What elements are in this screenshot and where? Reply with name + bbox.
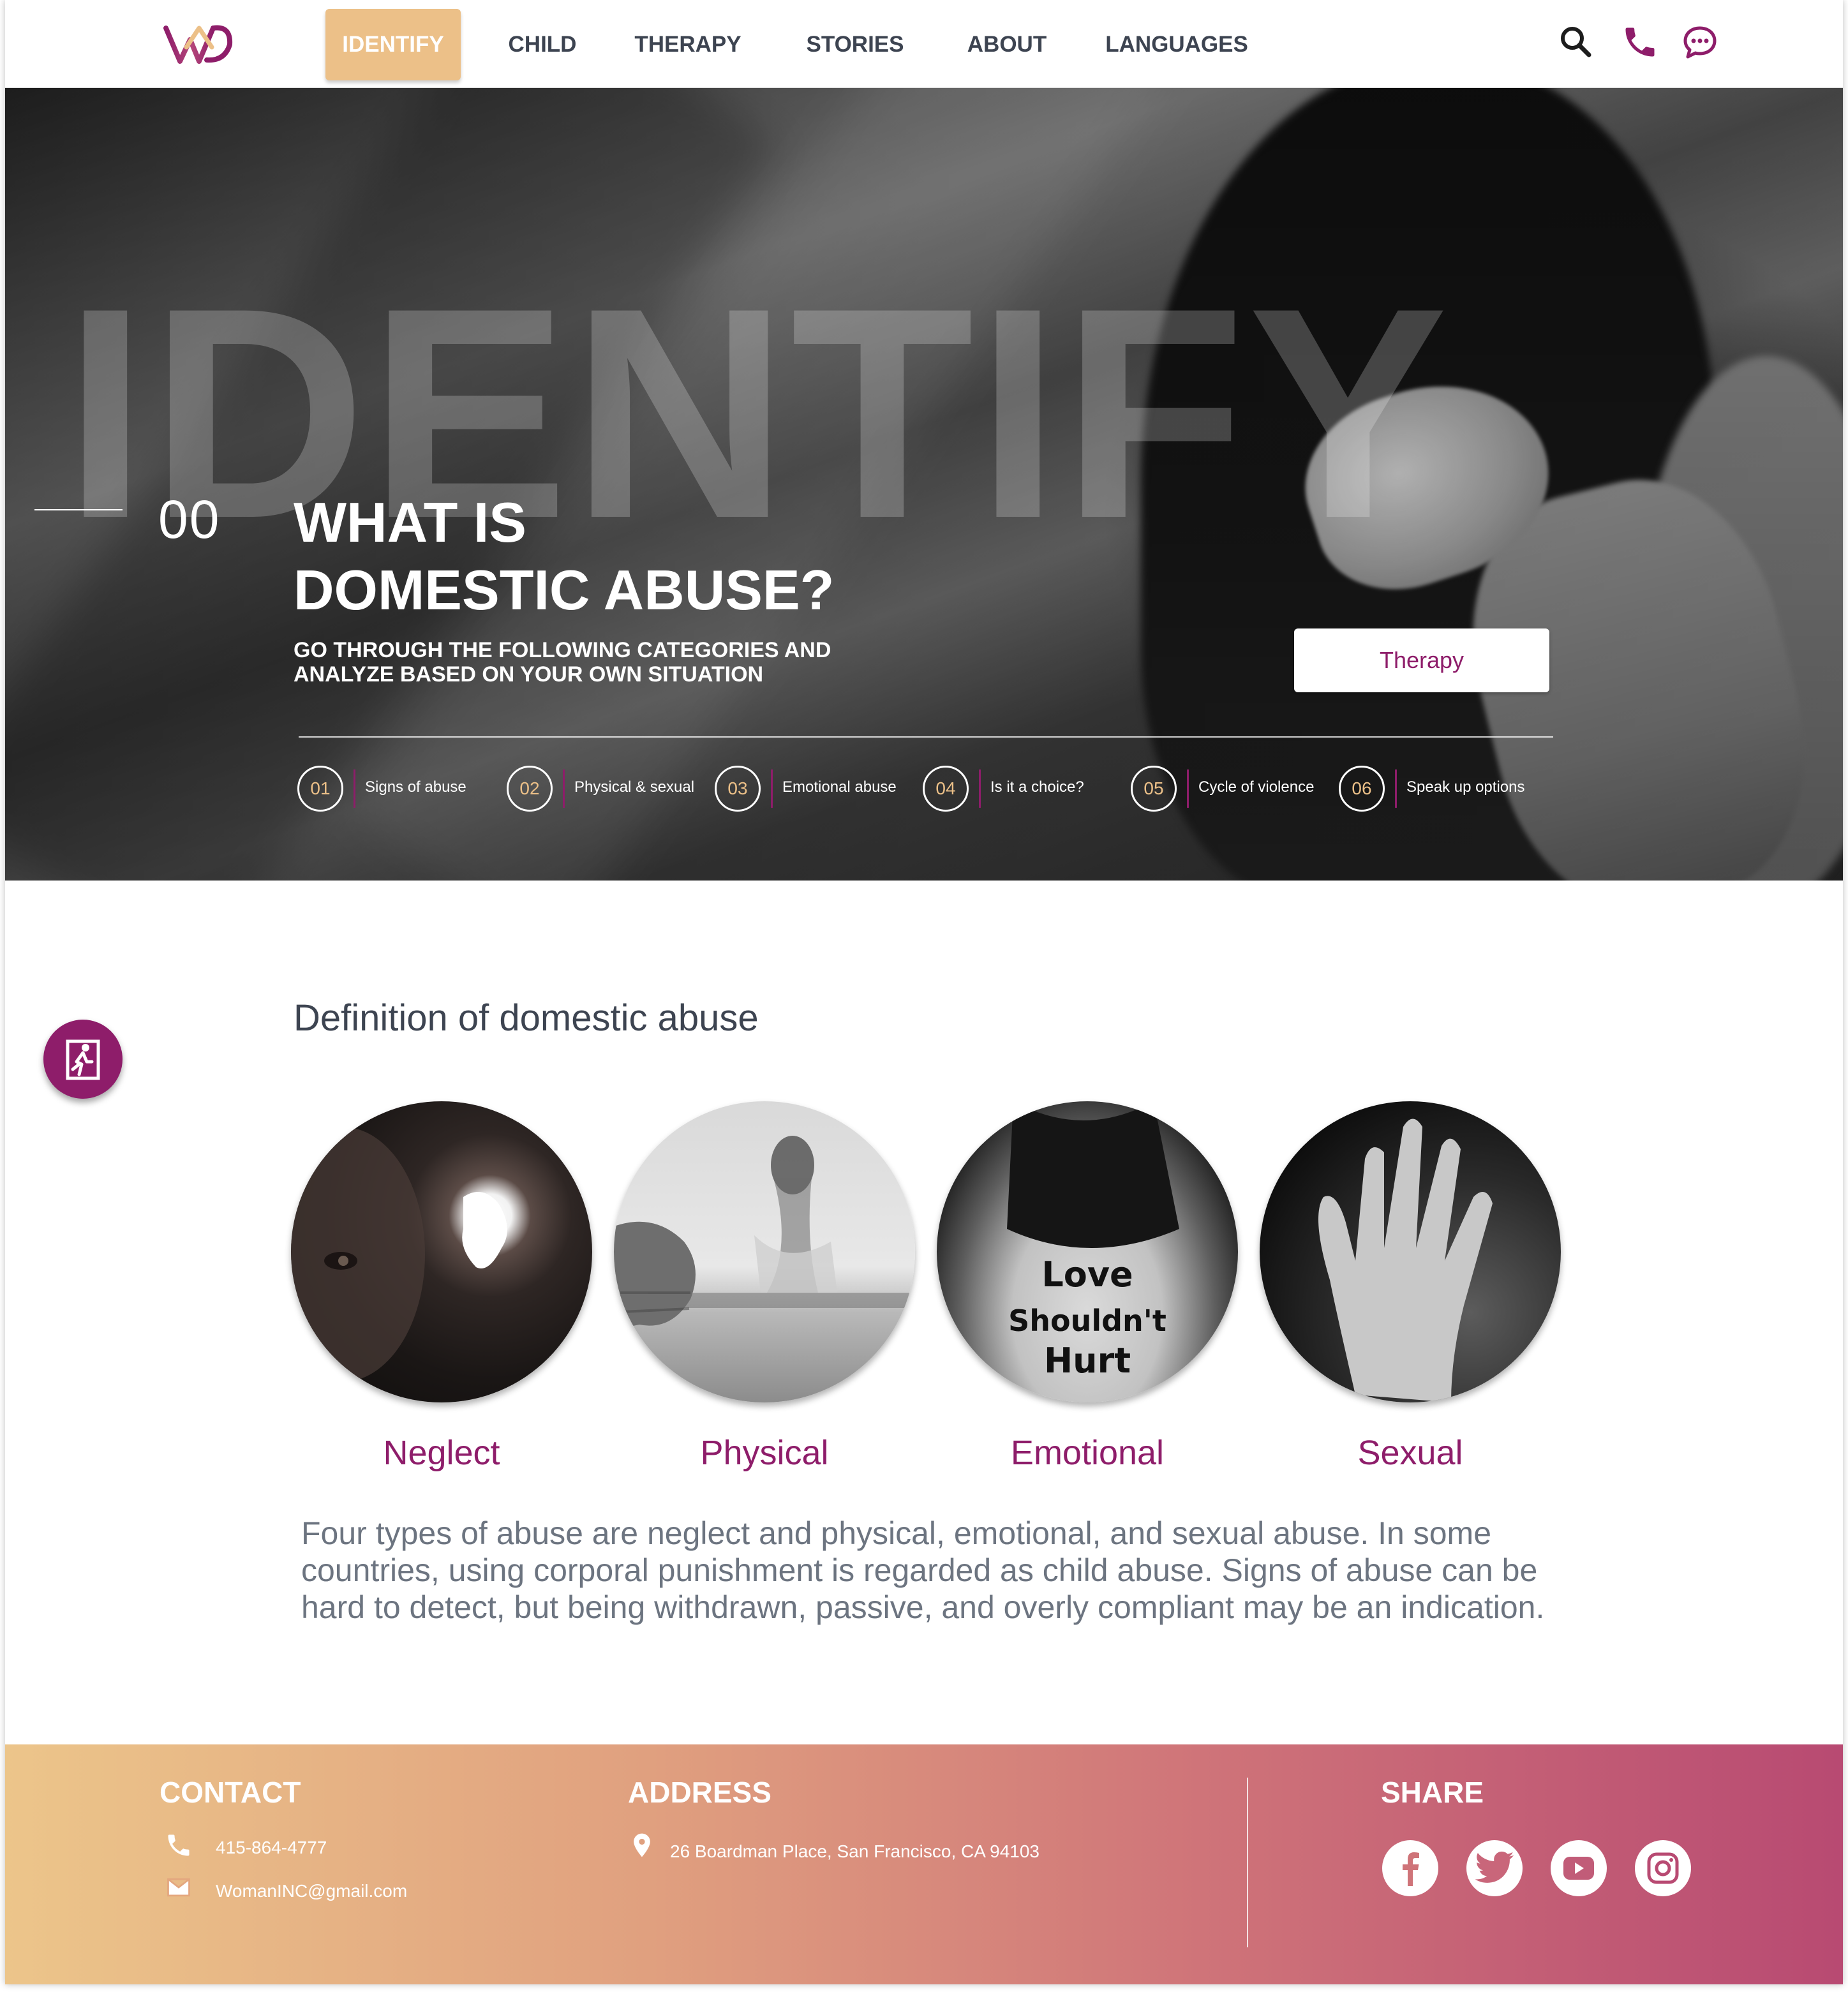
hero-subtitle-line1: GO THROUGH THE FOLLOWING CATEGORIES AND: [294, 638, 831, 662]
hero-accent-line: [34, 509, 123, 510]
type-label-physical[interactable]: Physical: [576, 1433, 953, 1473]
step-number: 05: [1131, 766, 1177, 812]
phone-icon[interactable]: [1621, 23, 1659, 61]
top-nav: IDENTIFY CHILD THERAPY STORIES ABOUT LAN…: [5, 0, 1843, 88]
physical-image[interactable]: [614, 1101, 915, 1402]
image-text-shouldnt: Shouldn't: [1008, 1304, 1166, 1338]
nav-about[interactable]: ABOUT: [956, 9, 1058, 80]
hero-title-line2: DOMESTIC ABUSE?: [294, 558, 835, 621]
page: IDENTIFY CHILD THERAPY STORIES ABOUT LAN…: [5, 0, 1843, 1984]
nav-child[interactable]: CHILD: [490, 9, 595, 80]
contact-email[interactable]: WomanINC@gmail.com: [216, 1881, 407, 1901]
step-label: Speak up options: [1406, 778, 1525, 796]
image-text-love: Love: [1041, 1254, 1133, 1295]
hero-divider: [299, 736, 1553, 738]
footer: CONTACT 415-864-4777 WomanINC@gmail.com …: [5, 1744, 1843, 1984]
type-label-sexual[interactable]: Sexual: [1221, 1433, 1599, 1473]
logo[interactable]: [161, 19, 237, 70]
step-divider: [354, 769, 355, 808]
nav-languages[interactable]: LANGUAGES: [1100, 9, 1253, 80]
step-number: 04: [923, 766, 969, 812]
contact-heading: CONTACT: [160, 1776, 301, 1809]
quick-exit-button[interactable]: [43, 1020, 123, 1099]
hero-section-number: 00: [158, 489, 221, 549]
nav-therapy[interactable]: THERAPY: [624, 9, 752, 80]
address-text: 26 Boardman Place, San Francisco, CA 941…: [670, 1841, 1040, 1861]
type-label-neglect[interactable]: Neglect: [253, 1433, 630, 1473]
sexual-image[interactable]: [1260, 1101, 1561, 1402]
emotional-image[interactable]: Love Shouldn't Hurt: [937, 1101, 1238, 1402]
back-writing-illustration: Love Shouldn't Hurt: [1007, 1101, 1179, 1381]
hero-title: WHAT IS DOMESTIC ABUSE?: [294, 489, 932, 624]
step-divider: [1395, 769, 1397, 808]
nav-stories[interactable]: STORIES: [791, 9, 919, 80]
youtube-icon[interactable]: [1551, 1840, 1607, 1896]
fist-girl-illustration: [614, 1136, 915, 1330]
footer-divider: [1247, 1778, 1248, 1947]
location-pin-icon: [628, 1831, 656, 1859]
definition-text: Four types of abuse are neglect and phys…: [301, 1515, 1545, 1625]
section-title: Definition of domestic abuse: [294, 997, 759, 1039]
twitter-icon[interactable]: [1466, 1840, 1523, 1896]
chat-icon[interactable]: [1681, 23, 1719, 61]
type-label-emotional[interactable]: Emotional: [898, 1433, 1276, 1473]
hero-subtitle: GO THROUGH THE FOLLOWING CATEGORIES AND …: [294, 638, 868, 687]
neglect-image[interactable]: [291, 1101, 592, 1402]
nav-identify[interactable]: IDENTIFY: [325, 9, 461, 80]
step-number: 06: [1339, 766, 1385, 812]
share-heading: SHARE: [1381, 1776, 1484, 1809]
step-divider: [979, 769, 981, 808]
emergency-exit-icon: [66, 1039, 100, 1080]
image-text-hurt: Hurt: [1044, 1341, 1131, 1381]
hero-subtitle-line2: ANALYZE BASED ON YOUR OWN SITUATION: [294, 662, 764, 687]
eye-peephole-illustration: [291, 1127, 507, 1382]
step-label: Signs of abuse: [365, 778, 466, 796]
address-heading: ADDRESS: [628, 1776, 771, 1809]
step-label: Physical & sexual: [574, 778, 695, 796]
step-number: 03: [715, 766, 761, 812]
contact-phone[interactable]: 415-864-4777: [216, 1838, 327, 1858]
step-divider: [771, 769, 773, 808]
step-number: 02: [507, 766, 553, 812]
step-divider: [1187, 769, 1189, 808]
phone-icon: [165, 1831, 193, 1859]
step-label: Is it a choice?: [990, 778, 1084, 796]
hero-title-line1: WHAT IS: [294, 491, 526, 554]
step-divider: [563, 769, 565, 808]
facebook-icon[interactable]: [1382, 1840, 1438, 1896]
step-number: 01: [297, 766, 343, 812]
step-label: Cycle of violence: [1198, 778, 1315, 796]
mail-icon: [165, 1873, 193, 1901]
therapy-button[interactable]: Therapy: [1294, 628, 1549, 692]
search-icon[interactable]: [1557, 23, 1595, 61]
instagram-icon[interactable]: [1635, 1840, 1691, 1896]
hero-banner: IDENTIFY 00 WHAT IS DOMESTIC ABUSE? GO T…: [5, 88, 1843, 881]
stop-hand-illustration: [1318, 1119, 1493, 1402]
step-label: Emotional abuse: [782, 778, 897, 796]
